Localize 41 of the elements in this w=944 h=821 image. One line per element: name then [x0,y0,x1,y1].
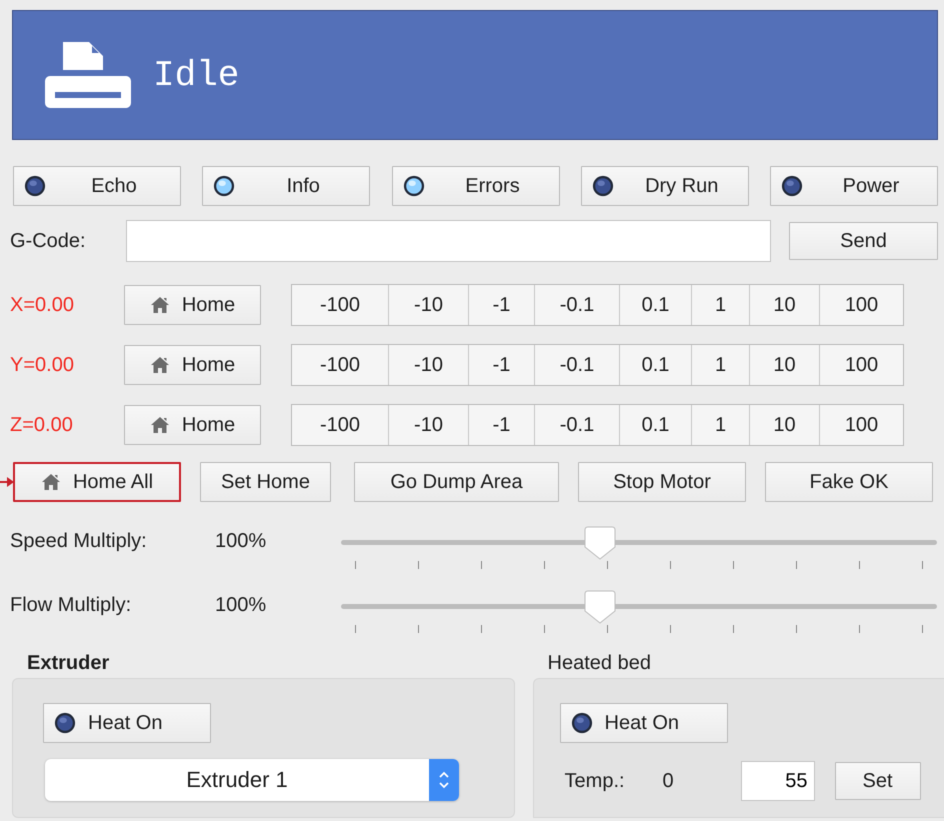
home-icon [150,296,170,314]
slider-reading: 100% [215,594,268,617]
home-icon [150,416,170,434]
home-button[interactable]: Home [124,285,261,325]
axis-position: Z=0.00 [10,414,74,436]
slider-thumb[interactable] [584,526,616,560]
gcode-input-field[interactable] [126,220,771,262]
group-title: Heated bed [546,652,652,676]
slider-label: Speed Multiply: [10,530,148,553]
heat-toggle-button[interactable]: Heat On [43,703,211,743]
heat-toggle-button[interactable]: Heat On [560,703,728,743]
action-button[interactable]: Home All [13,462,181,502]
group-title: Extruder [26,652,110,676]
target-temp-field[interactable]: 55 [740,761,815,801]
slider-reading: 100% [215,530,268,553]
status-title: Idle [153,54,240,96]
gcode-label: G-Code: [10,230,87,252]
axis-position: Y=0.00 [10,354,75,376]
toggle-button[interactable]: Echo [13,166,181,206]
axis-position: X=0.00 [10,294,75,316]
home-icon [150,356,170,374]
temp-label: Temp.: [564,770,626,792]
toggle-button[interactable]: Errors [392,166,560,206]
action-button[interactable]: Fake OK [765,462,933,502]
action-button[interactable]: Stop Motor [578,462,746,502]
send-button[interactable]: Send [789,222,938,260]
home-button[interactable]: Home [124,345,261,385]
toggle-button[interactable]: Info [202,166,370,206]
stepper-icon [429,759,459,801]
toggle-button[interactable]: Dry Run [580,166,749,206]
slider-label: Flow Multiply: [10,594,132,617]
action-button[interactable]: Go Dump Area [354,462,559,502]
temp-reading: 0 [662,770,675,792]
set-button[interactable]: Set [834,762,921,800]
action-button[interactable]: Set Home [200,462,331,502]
printer-icon [43,40,133,110]
extruder-dropdown[interactable]: Extruder 1 [45,759,459,801]
home-icon [40,473,61,491]
home-button[interactable]: Home [124,405,261,445]
toggle-button[interactable]: Power [770,166,938,206]
slider-thumb[interactable] [584,590,616,624]
